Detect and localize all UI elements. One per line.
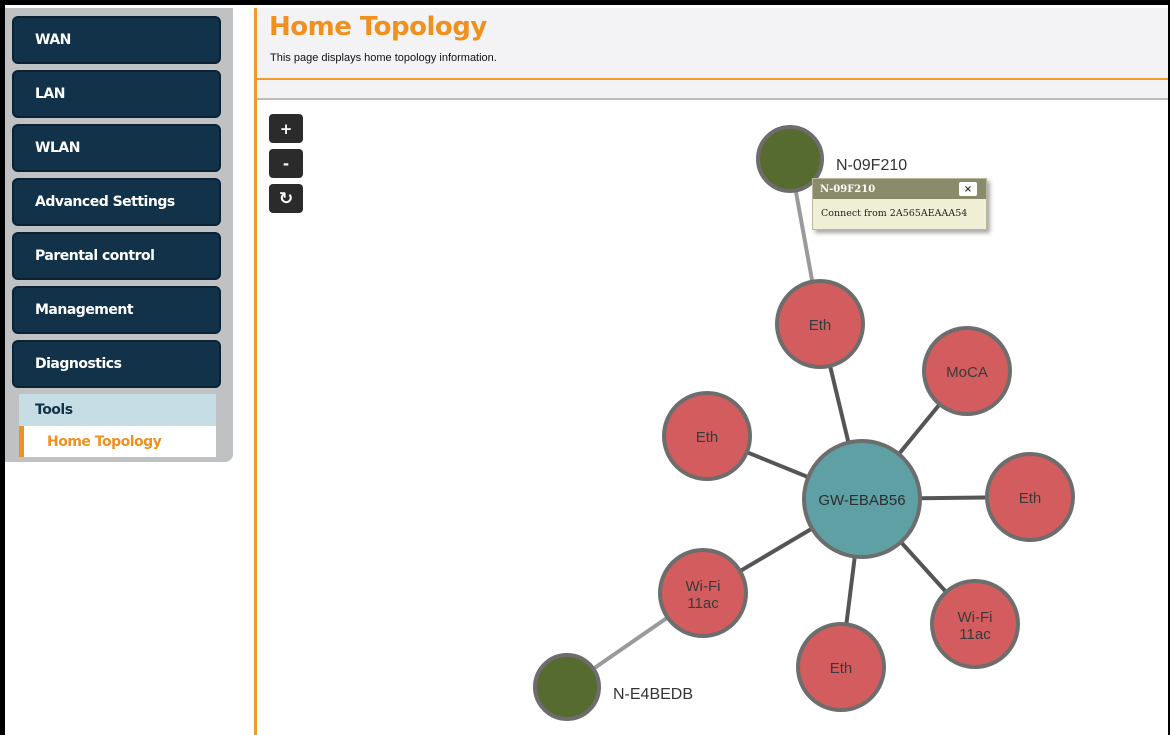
tooltip-title: N-09F210 <box>820 183 876 195</box>
interface-label-eth-bottom: Eth <box>830 660 853 677</box>
interface-label-wifi-right-line2: 11ac <box>959 626 991 643</box>
sidebar-subitem-home-topology[interactable]: Home Topology <box>19 426 216 457</box>
interface-label-wifi-right-line1: Wi-Fi <box>958 609 993 626</box>
header-subbar <box>257 80 1168 100</box>
sidebar-item-wan[interactable]: WAN <box>12 16 221 64</box>
tooltip-header: N-09F210 × <box>813 179 986 199</box>
interface-label-wifi-left-line1: Wi-Fi <box>686 578 721 595</box>
node-tooltip: N-09F210 × Connect from 2A565AEAAA54 <box>812 178 987 230</box>
tooltip-body: Connect from 2A565AEAAA54 <box>821 208 968 219</box>
close-icon[interactable]: × <box>959 182 977 196</box>
sidebar-item-diagnostics[interactable]: Diagnostics <box>12 340 221 388</box>
sidebar: WAN LAN WLAN Advanced Settings Parental … <box>5 8 233 462</box>
window-frame-top <box>0 0 1170 5</box>
topology-graph[interactable]: N-09F210 N-E4BEDB Eth MoCA Eth Eth Wi-Fi… <box>257 102 1168 735</box>
page-header: Home Topology This page displays home to… <box>257 8 1168 80</box>
interface-label-eth-right: Eth <box>1019 490 1042 507</box>
refresh-icon[interactable]: ↻ <box>269 184 303 213</box>
zoom-in-button[interactable]: + <box>269 114 303 143</box>
topology-canvas[interactable]: N-09F210 N-E4BEDB Eth MoCA Eth Eth Wi-Fi… <box>257 102 1168 735</box>
sidebar-item-wlan[interactable]: WLAN <box>12 124 221 172</box>
client-label-n09f210: N-09F210 <box>836 157 907 174</box>
zoom-out-button[interactable]: - <box>269 149 303 178</box>
page-description: This page displays home topology informa… <box>270 52 497 64</box>
gateway-label: GW-EBAB56 <box>818 492 905 509</box>
sidebar-subitem-tools[interactable]: Tools <box>19 394 216 426</box>
interface-label-wifi-left-line2: 11ac <box>687 595 719 612</box>
sidebar-item-advanced-settings[interactable]: Advanced Settings <box>12 178 221 226</box>
sidebar-item-lan[interactable]: LAN <box>12 70 221 118</box>
client-node-ne4bedb[interactable] <box>533 653 601 721</box>
sidebar-item-management[interactable]: Management <box>12 286 221 334</box>
client-label-ne4bedb: N-E4BEDB <box>613 686 693 703</box>
interface-label-eth-top: Eth <box>809 317 832 334</box>
interface-label-eth-left: Eth <box>696 429 719 446</box>
interface-label-moca: MoCA <box>946 364 988 381</box>
sidebar-item-parental-control[interactable]: Parental control <box>12 232 221 280</box>
page-title: Home Topology <box>269 12 487 42</box>
